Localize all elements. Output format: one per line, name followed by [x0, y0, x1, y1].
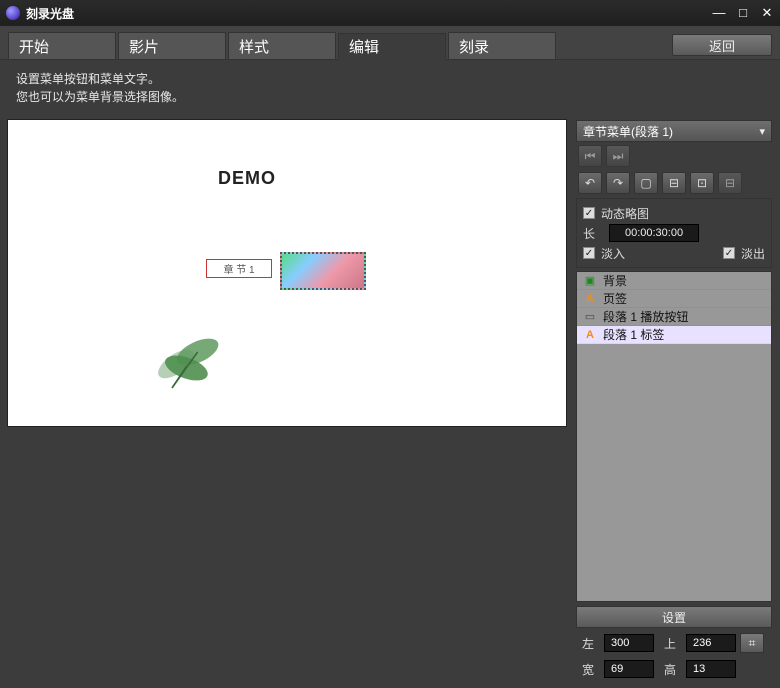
frame1-button[interactable]: ▢ [634, 172, 658, 194]
top-label: 上 [658, 635, 682, 652]
chevron-down-icon: ▾ [759, 125, 765, 138]
prev-button[interactable]: ⏮ [578, 145, 602, 167]
frame2-button[interactable]: ⊟ [662, 172, 686, 194]
width-value[interactable]: 69 [604, 660, 654, 678]
maximize-button[interactable]: □ [736, 6, 750, 20]
tab-edit[interactable]: 编辑 [338, 33, 446, 60]
text-icon: A [583, 328, 597, 342]
redo-button[interactable]: ↷ [606, 172, 630, 194]
fade-out-label: 淡出 [741, 245, 765, 262]
layer-play-button[interactable]: ▭ 段落 1 播放按钮 [577, 308, 771, 326]
text-icon: A [583, 292, 597, 306]
main-area: DEMO 章 节 1 章节菜单(段落 1) ▾ ⏮ ⏭ ↶ ↷ [0, 112, 780, 688]
fade-out-checkbox[interactable]: ✓ [723, 247, 735, 259]
layers-list: ▣ 背景 A 页签 ▭ 段落 1 播放按钮 A 段落 1 标签 [576, 271, 772, 602]
duration-field[interactable]: 00:00:30:00 [609, 224, 699, 242]
top-value[interactable]: 236 [686, 634, 736, 652]
tab-start[interactable]: 开始 [8, 32, 116, 59]
layer-chapter-label[interactable]: A 段落 1 标签 [577, 326, 771, 344]
left-label: 左 [576, 635, 600, 652]
grid-toggle-button[interactable]: ⌗ [740, 633, 764, 653]
dynamic-thumb-checkbox[interactable]: ✓ [583, 207, 595, 219]
back-button[interactable]: 返回 [672, 34, 772, 56]
dynamic-thumb-label: 动态略图 [601, 205, 649, 222]
menu-dropdown[interactable]: 章节菜单(段落 1) ▾ [576, 120, 772, 142]
length-label: 长 [583, 225, 595, 242]
help-text: 设置菜单按钮和菜单文字。 您也可以为菜单背景选择图像。 [0, 60, 780, 112]
tool-row: ↶ ↷ ▢ ⊟ ⊡ ⊟ [576, 170, 772, 198]
frame4-button[interactable]: ⊟ [718, 172, 742, 194]
left-value[interactable]: 300 [604, 634, 654, 652]
tab-burn[interactable]: 刻录 [448, 32, 556, 59]
minimize-button[interactable]: — [712, 6, 726, 20]
leaf-graphic [143, 320, 233, 400]
image-icon: ▣ [583, 274, 597, 288]
chapter-label[interactable]: 章 节 1 [206, 259, 272, 278]
button-icon: ▭ [583, 310, 597, 324]
chapter-thumbnail[interactable] [280, 252, 366, 290]
fade-in-checkbox[interactable]: ✓ [583, 247, 595, 259]
window-title: 刻录光盘 [26, 5, 74, 22]
tab-style[interactable]: 样式 [228, 32, 336, 59]
next-button[interactable]: ⏭ [606, 145, 630, 167]
canvas-area[interactable]: DEMO 章 节 1 [8, 120, 570, 680]
menu-canvas[interactable]: DEMO 章 节 1 [8, 120, 566, 426]
title-bar: 刻录光盘 — □ ✕ [0, 0, 780, 26]
undo-button[interactable]: ↶ [578, 172, 602, 194]
width-label: 宽 [576, 661, 600, 678]
frame3-button[interactable]: ⊡ [690, 172, 714, 194]
height-label: 高 [658, 661, 682, 678]
settings-button[interactable]: 设置 [576, 606, 772, 628]
demo-watermark: DEMO [218, 168, 276, 189]
layer-background[interactable]: ▣ 背景 [577, 272, 771, 290]
height-value[interactable]: 13 [686, 660, 736, 678]
nav-buttons: ⏮ ⏭ [576, 142, 772, 170]
tab-bar: 开始 影片 样式 编辑 刻录 返回 [0, 26, 780, 60]
tab-movie[interactable]: 影片 [118, 32, 226, 59]
right-panel: 章节菜单(段落 1) ▾ ⏮ ⏭ ↶ ↷ ▢ ⊟ ⊡ ⊟ ✓ 动态略图 长 00… [576, 120, 772, 680]
layer-pagetab[interactable]: A 页签 [577, 290, 771, 308]
thumbnail-panel: ✓ 动态略图 长 00:00:30:00 ✓ 淡入 ✓ 淡出 [576, 198, 772, 268]
fade-in-label: 淡入 [601, 245, 625, 262]
close-button[interactable]: ✕ [760, 6, 774, 20]
position-panel: 左 300 上 236 ⌗ 宽 69 高 13 [576, 632, 772, 680]
app-icon [6, 6, 20, 20]
